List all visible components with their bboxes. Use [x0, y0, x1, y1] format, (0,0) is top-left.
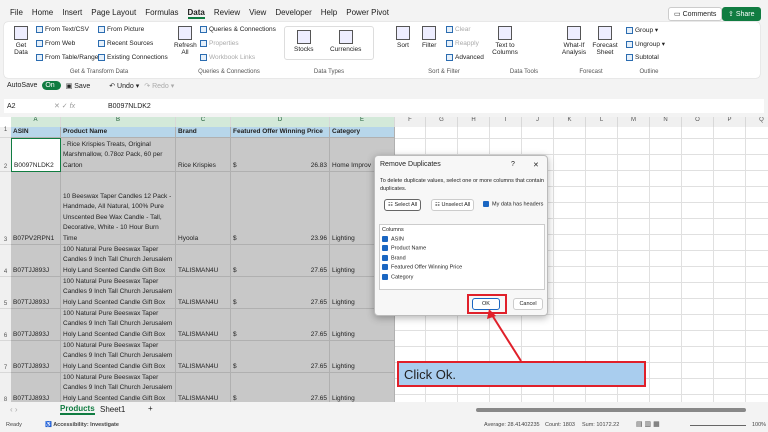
prev-sheet-icon[interactable]: ‹ ›	[10, 405, 18, 414]
sheet-tab-products[interactable]: Products	[60, 404, 95, 415]
accessibility-button[interactable]: ♿ Accessibility: Investigate	[45, 422, 119, 428]
horizontal-scrollbar[interactable]	[476, 408, 746, 412]
sheet-tabs-bar: ‹ › Products Sheet1 +	[0, 402, 768, 417]
zoom-slider[interactable]	[690, 425, 746, 426]
callout-box: Click Ok.	[397, 361, 646, 387]
callout-arrow	[487, 309, 522, 362]
view-buttons[interactable]: ▤ ▥ ▦	[636, 420, 660, 428]
sheet-tab-sheet1[interactable]: Sheet1	[100, 405, 125, 414]
accessibility-icon: ♿	[45, 422, 54, 428]
add-sheet-icon[interactable]: +	[148, 404, 153, 413]
status-bar: Ready ♿ Accessibility: Investigate Avera…	[6, 420, 767, 428]
